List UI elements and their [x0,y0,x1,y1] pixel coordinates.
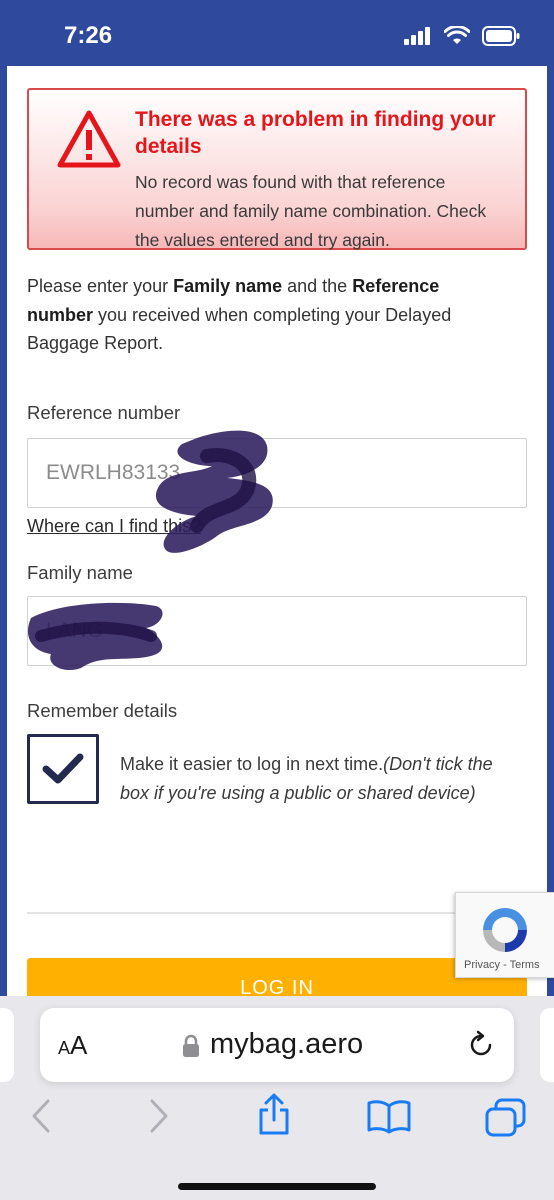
checkmark-icon [42,753,84,784]
reader-options-button[interactable]: AA [58,1030,87,1061]
remember-details-checkbox[interactable] [27,734,99,804]
recaptcha-links: Privacy - Terms [464,959,540,971]
wifi-icon [444,26,470,44]
alert-message: No record was found with that reference … [135,172,487,250]
status-icons [404,26,520,46]
recaptcha-privacy-link[interactable]: Privacy [464,959,500,971]
where-find-link[interactable]: Where can I find this? [27,516,201,537]
forward-icon[interactable] [148,1098,170,1134]
login-button[interactable]: LOG IN [27,958,527,996]
share-icon[interactable] [256,1092,292,1136]
recaptcha-icon [483,908,527,952]
tabs-icon[interactable] [484,1098,526,1138]
error-alert: There was a problem in finding your deta… [27,88,527,250]
status-bar: 7:26 [0,0,554,66]
browser-bar: AA mybag.aero [0,996,554,1200]
intro-text: Please enter your Family name and the Re… [27,276,452,353]
remember-details-description: Make it easier to log in next time.(Don'… [120,754,493,803]
reference-number-label: Reference number [27,402,181,423]
warning-triangle-icon [57,110,121,168]
bookmarks-icon[interactable] [366,1098,412,1134]
family-name-label: Family name [27,562,133,583]
cellular-signal-icon [404,27,430,45]
reload-icon[interactable] [466,1030,496,1060]
recaptcha-badge[interactable]: Privacy - Terms [455,892,554,978]
divider [27,912,497,914]
page-content: There was a problem in finding your deta… [0,66,554,996]
previous-tab-card[interactable] [0,1008,14,1082]
url-text: mybag.aero [210,1028,364,1060]
battery-icon [482,26,520,46]
back-icon[interactable] [30,1098,52,1134]
recaptcha-terms-link[interactable]: Terms [510,959,540,971]
reference-number-input[interactable]: EWRLH83133 [27,438,527,508]
remember-details-label: Remember details [27,700,178,721]
address-bar[interactable]: AA mybag.aero [40,1008,514,1082]
next-tab-card[interactable] [540,1008,554,1082]
home-indicator [178,1183,376,1190]
alert-title: There was a problem in finding your deta… [135,108,496,158]
status-time: 7:26 [64,22,113,49]
lock-icon [183,1034,199,1057]
family-name-input[interactable]: LANG [27,596,527,666]
browser-toolbar [0,1093,554,1148]
